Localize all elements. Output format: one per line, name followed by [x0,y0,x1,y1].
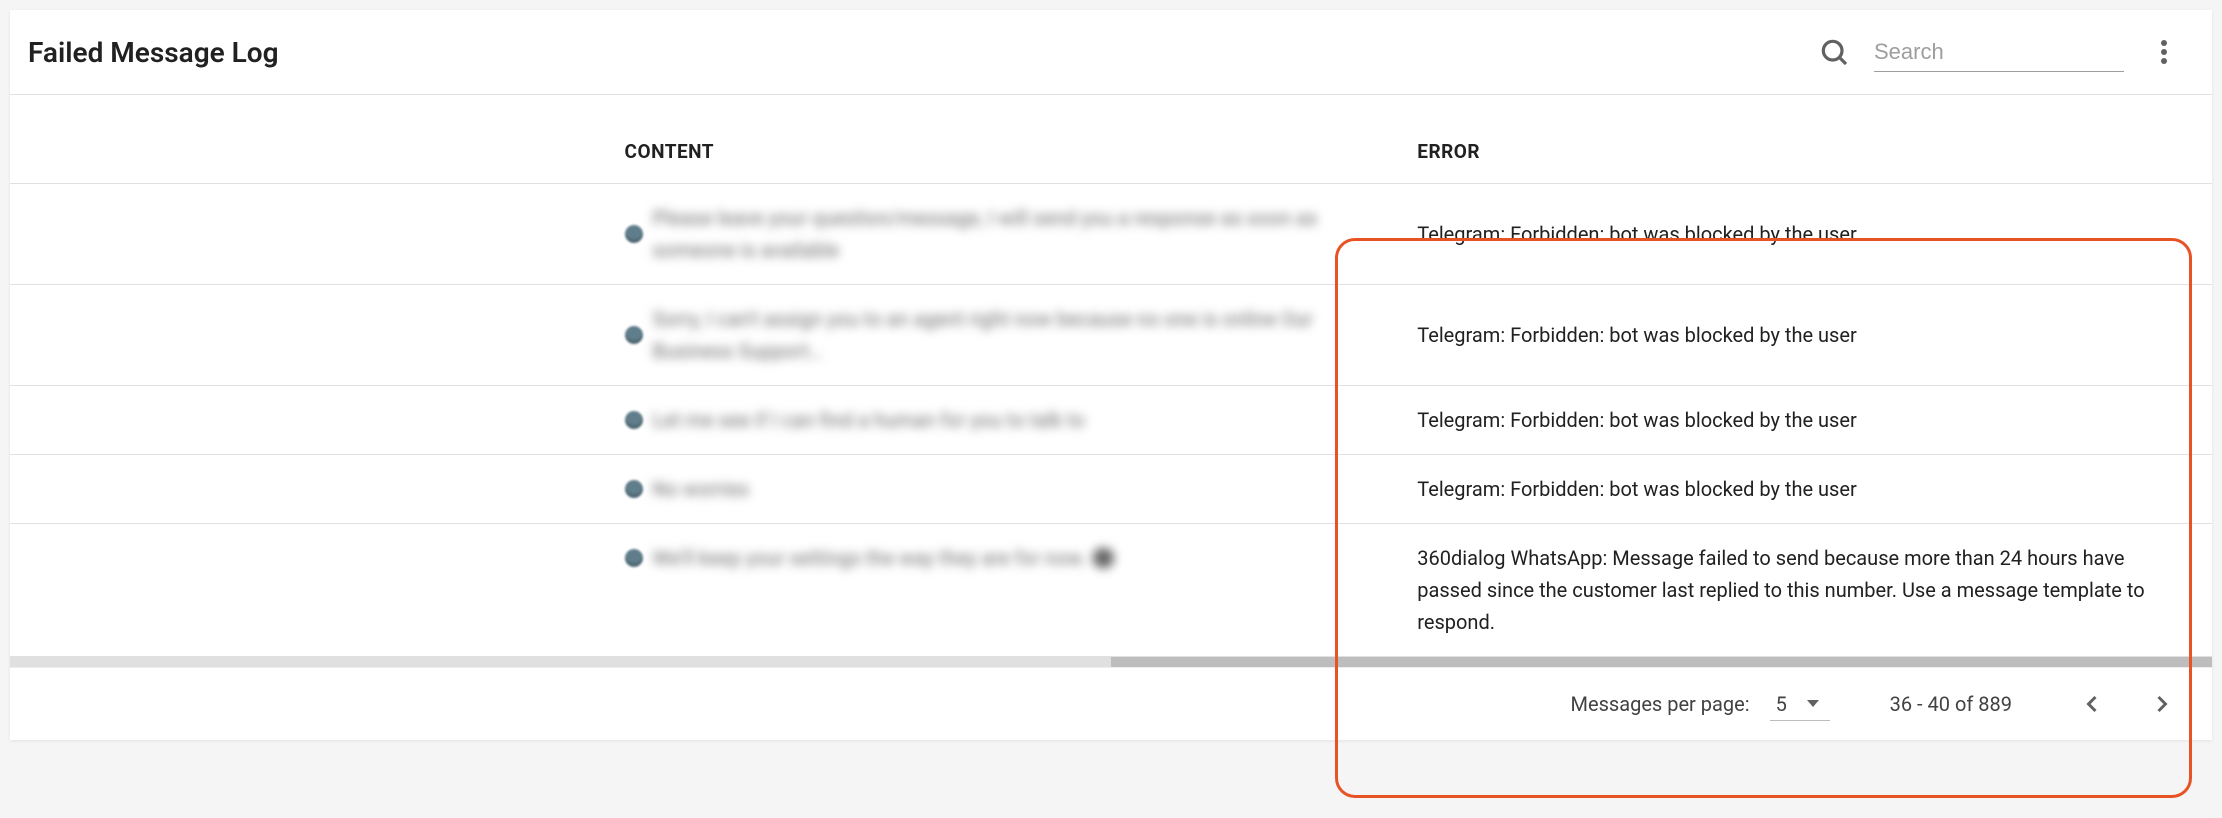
bot-icon [625,326,643,344]
bot-icon [625,411,643,429]
bot-icon [625,480,643,498]
table-row[interactable]: We'll keep your settings the way they ar… [10,524,2212,657]
per-page-select[interactable]: 5 [1770,688,1830,721]
error-text: Telegram: Forbidden: bot was blocked by … [1397,455,2212,524]
page-title: Failed Message Log [28,36,1814,69]
per-page-value: 5 [1776,692,1787,716]
message-content: Please leave your question/message, I wi… [653,202,1378,266]
error-text: 360dialog WhatsApp: Message failed to se… [1397,524,2212,657]
table-row[interactable]: No worries Telegram: Forbidden: bot was … [10,455,2212,524]
error-text: Telegram: Forbidden: bot was blocked by … [1397,184,2212,285]
table-row[interactable]: Sorry, I can't assign you to an agent ri… [10,285,2212,386]
search-icon[interactable] [1814,32,1854,72]
table-row[interactable]: Let me see if I can find a human for you… [10,386,2212,455]
message-content: Let me see if I can find a human for you… [653,404,1085,436]
pagination-range: 36 - 40 of 889 [1890,692,2012,716]
horizontal-scroll-indicator[interactable] [10,657,2212,667]
message-content: Sorry, I can't assign you to an agent ri… [653,303,1378,367]
bot-icon [625,225,643,243]
chevron-down-icon [1807,700,1819,707]
per-page-label: Messages per page: [1571,692,1750,716]
column-header-blank [10,95,605,184]
search-input[interactable] [1874,33,2124,72]
error-text: Telegram: Forbidden: bot was blocked by … [1397,386,2212,455]
error-text: Telegram: Forbidden: bot was blocked by … [1397,285,2212,386]
message-content: We'll keep your settings the way they ar… [653,542,1117,574]
next-page-button[interactable] [2142,684,2182,724]
message-content: No worries [653,473,749,505]
column-header-error[interactable]: ERROR [1397,95,2212,184]
bot-icon [625,549,643,567]
kebab-menu-icon[interactable] [2144,32,2184,72]
prev-page-button[interactable] [2072,684,2112,724]
column-header-content[interactable]: CONTENT [605,95,1398,184]
table-row[interactable]: Please leave your question/message, I wi… [10,184,2212,285]
